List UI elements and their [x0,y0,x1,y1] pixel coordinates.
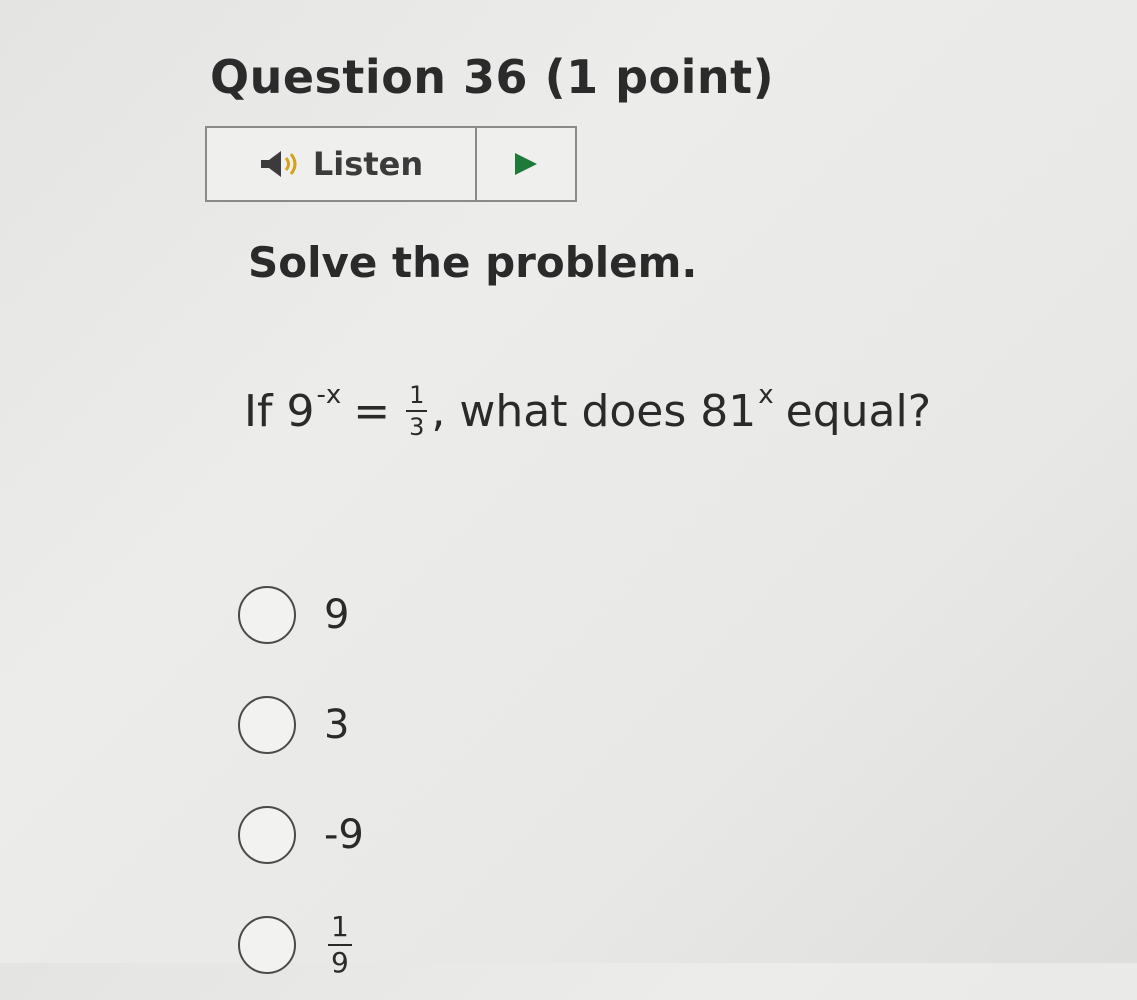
option-label: -9 [324,812,364,858]
problem-suffix: equal? [785,385,932,437]
option-label: 9 [324,592,350,638]
problem-prefix: If 9 [244,385,315,437]
problem-exponent-1: -x [316,380,342,410]
option-fraction-numerator: 1 [328,913,352,946]
speaker-icon [259,149,303,179]
radio-button[interactable] [238,916,296,974]
option-fraction: 1 9 [328,913,352,977]
play-icon [515,153,537,175]
problem-fraction-numerator: 1 [406,383,428,412]
question-title: Question 36 (1 point) [210,50,775,104]
problem-middle: , what does 81 [431,385,757,437]
radio-button[interactable] [238,806,296,864]
option-1[interactable]: 9 [238,560,364,670]
problem-fraction: 1 3 [406,383,428,441]
option-3[interactable]: -9 [238,780,364,890]
problem-equals: = [353,385,391,437]
answer-options: 9 3 -9 1 9 [238,560,364,1000]
problem-fraction-denominator: 3 [409,413,425,441]
listen-toolbar: Listen [205,126,577,202]
option-label: 3 [324,702,350,748]
instruction-text: Solve the problem. [248,238,698,287]
option-4[interactable]: 1 9 [238,890,364,1000]
option-2[interactable]: 3 [238,670,364,780]
problem-exponent-2: x [758,380,774,410]
radio-button[interactable] [238,696,296,754]
listen-button[interactable]: Listen [207,128,477,200]
play-button[interactable] [477,128,575,200]
option-fraction-denominator: 9 [331,946,349,979]
problem-statement: If 9 -x = 1 3 , what does 81 x equal? [244,380,932,441]
radio-button[interactable] [238,586,296,644]
listen-label: Listen [312,145,424,183]
